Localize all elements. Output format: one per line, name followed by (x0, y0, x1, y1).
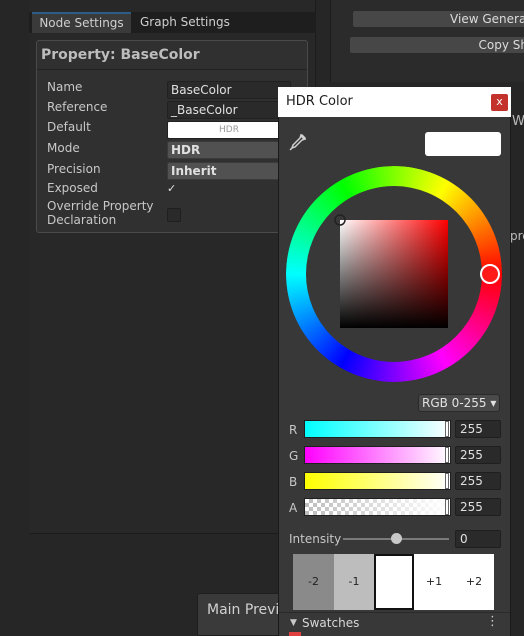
channel-r-label: R (289, 423, 298, 437)
name-field[interactable]: BaseColor (167, 81, 291, 99)
channel-b-field[interactable]: 255 (455, 472, 501, 490)
mode-label: Mode (47, 141, 80, 155)
channel-r-handle[interactable] (445, 421, 449, 437)
inspector-tabbar: Node Settings Graph Settings (29, 12, 316, 33)
name-label: Name (47, 80, 83, 94)
hdr-color-title: HDR Color (286, 94, 353, 109)
override-label-line1: Override Property (47, 199, 154, 213)
channel-b-label: B (289, 475, 298, 489)
right-panel-text-w: W (512, 114, 524, 129)
channel-g-handle[interactable] (445, 447, 449, 463)
channel-a-field[interactable]: 255 (455, 498, 501, 516)
channel-a-slider[interactable] (304, 498, 451, 516)
exposure-swatch-plus-1[interactable]: +1 (414, 554, 454, 610)
channel-r-field[interactable]: 255 (455, 420, 501, 438)
exposed-label: Exposed (47, 181, 98, 195)
exposure-swatch-minus-2[interactable]: -2 (293, 554, 334, 610)
main-preview-label: Main Previ (207, 602, 280, 618)
default-color-field[interactable]: HDR (167, 121, 291, 139)
intensity-field[interactable]: 0 (455, 530, 501, 548)
intensity-handle[interactable] (390, 533, 402, 544)
exposed-checkbox[interactable]: ✓ (167, 182, 181, 196)
saturation-value-square[interactable] (340, 220, 448, 328)
property-divider (37, 69, 307, 70)
eyedropper-icon[interactable] (289, 133, 307, 151)
right-panel-text-pre: pre (510, 229, 524, 243)
tab-graph-settings[interactable]: Graph Settings (140, 12, 250, 33)
swatch-item[interactable] (289, 632, 301, 636)
exposure-swatch-minus-1[interactable]: -1 (334, 554, 374, 610)
color-mode-dropdown[interactable]: RGB 0-255 ▾ (418, 394, 500, 412)
swatches-header[interactable]: Swatches (302, 616, 359, 630)
channel-g-field[interactable]: 255 (455, 446, 501, 464)
property-title: Property: BaseColor (41, 47, 200, 63)
reference-label: Reference (47, 100, 108, 114)
exposure-swatch-current[interactable] (374, 554, 414, 610)
mode-dropdown[interactable]: HDR (167, 141, 291, 159)
channel-b-handle[interactable] (445, 473, 449, 489)
reference-field[interactable]: _BaseColor (167, 101, 291, 119)
precision-label: Precision (47, 162, 101, 176)
channel-g-slider[interactable] (304, 446, 451, 464)
channel-b-slider[interactable] (304, 472, 451, 490)
swatches-menu-icon[interactable]: ⋮ (486, 614, 499, 629)
swatches-foldout-icon[interactable]: ▼ (290, 618, 297, 628)
swatches-divider (279, 612, 510, 613)
tab-node-settings[interactable]: Node Settings (32, 12, 131, 33)
channel-a-handle[interactable] (445, 499, 449, 515)
intensity-label: Intensity (289, 532, 342, 546)
channel-r-slider[interactable] (304, 420, 451, 438)
copy-shader-button[interactable]: Copy Sh (349, 36, 524, 54)
default-label: Default (47, 120, 91, 134)
channel-g-label: G (289, 449, 299, 463)
close-button[interactable]: x (491, 94, 508, 111)
hue-wheel[interactable] (286, 166, 502, 382)
override-label-line2: Declaration (47, 213, 117, 227)
override-declaration-checkbox[interactable] (167, 208, 181, 222)
current-color-swatch (425, 132, 501, 156)
hue-cursor[interactable] (480, 264, 500, 284)
precision-dropdown[interactable]: Inherit (167, 162, 291, 180)
channel-a-label: A (289, 501, 298, 515)
view-generated-shader-button[interactable]: View Generat (352, 10, 524, 28)
exposure-swatch-plus-2[interactable]: +2 (454, 554, 494, 610)
